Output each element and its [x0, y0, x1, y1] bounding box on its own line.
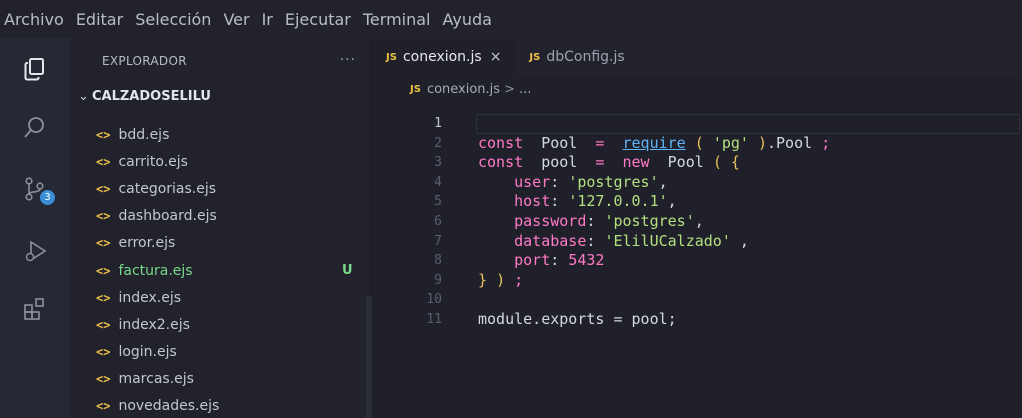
file-item[interactable]: <> index2.ejs [70, 311, 370, 338]
html-file-icon: <> [96, 236, 111, 251]
scrolled-item-edge [100, 112, 160, 120]
html-file-icon: <> [96, 345, 111, 360]
line-number: 4 [434, 174, 442, 190]
run-debug-icon[interactable] [22, 238, 48, 264]
breadcrumb-separator: > [504, 81, 515, 97]
file-item[interactable]: <> login.ejs [70, 339, 370, 366]
js-file-icon: JS [410, 83, 421, 95]
code-line: 3 const pool = new Pool ( { [372, 153, 1022, 173]
file-item[interactable]: <> novedades.ejs [70, 393, 370, 418]
close-icon[interactable]: × [490, 49, 502, 65]
code-line: 10 [372, 290, 1022, 310]
html-file-icon: <> [96, 317, 111, 332]
code-line: 8 port: 5432 [372, 251, 1022, 271]
code-text: const Pool = require ( 'pg' ).Pool ; [478, 133, 831, 152]
menu-seleccion[interactable]: Selección [135, 10, 211, 29]
code-text: const pool = new Pool ( { [478, 153, 740, 172]
breadcrumb-file[interactable]: conexion.js [427, 82, 500, 97]
editor-tabs: JS conexion.js × JS dbConfig.js [372, 38, 1022, 76]
html-file-icon: <> [96, 290, 111, 305]
extensions-icon[interactable] [22, 296, 48, 322]
menu-editar[interactable]: Editar [76, 10, 123, 29]
search-icon[interactable] [22, 114, 48, 140]
chevron-down-icon: ⌄ [78, 88, 89, 104]
line-number: 10 [426, 292, 442, 308]
code-line: 2 const Pool = require ( 'pg' ).Pool ; [372, 134, 1022, 154]
more-actions-icon[interactable]: ··· [340, 52, 356, 68]
tab-label: conexion.js [402, 49, 482, 65]
tab-label: dbConfig.js [546, 49, 625, 65]
code-text: database: 'ElilUCalzado' , [514, 231, 749, 250]
line-number: 8 [434, 253, 442, 269]
editor-area: JS conexion.js × JS dbConfig.js JS conex… [372, 38, 1022, 418]
menu-ver[interactable]: Ver [223, 10, 249, 29]
explorer-title: EXPLORADOR [102, 54, 187, 68]
breadcrumb: JS conexion.js > ... [372, 76, 1022, 102]
menu-archivo[interactable]: Archivo [4, 10, 64, 29]
html-file-icon: <> [96, 263, 111, 278]
file-item[interactable]: <> index.ejs [70, 284, 370, 311]
line-number: 5 [434, 194, 442, 210]
activity-bar: 3 [0, 38, 70, 418]
menu-terminal[interactable]: Terminal [363, 10, 431, 29]
file-list: <> bdd.ejs <> carrito.ejs <> categorias.ejs… [70, 121, 370, 418]
menu-ir[interactable]: Ir [262, 10, 273, 29]
file-item[interactable]: <> dashboard.ejs [70, 203, 370, 230]
code-text: user: 'postgres', [514, 172, 668, 191]
js-file-icon: JS [386, 51, 397, 63]
folder-label: CALZADOSELILU [92, 88, 211, 104]
breadcrumb-more[interactable]: ... [519, 82, 531, 97]
current-line-highlight [476, 114, 1020, 134]
line-number: 3 [434, 155, 442, 171]
file-item[interactable]: <> carrito.ejs [70, 148, 370, 175]
file-item[interactable]: <> bdd.ejs [70, 121, 370, 148]
file-item[interactable]: <> error.ejs [70, 230, 370, 257]
code-editor[interactable]: 1 2 const Pool = require ( 'pg' ).Pool ; … [372, 114, 1022, 330]
menu-bar: Archivo Editar Selección Ver Ir Ejecutar… [0, 0, 1022, 38]
code-line: 1 [372, 114, 1022, 134]
files-icon[interactable] [22, 56, 48, 82]
source-control-badge: 3 [40, 190, 55, 205]
html-file-icon: <> [96, 209, 111, 224]
html-file-icon: <> [96, 127, 111, 142]
line-number: 11 [426, 311, 442, 327]
html-file-icon: <> [96, 372, 111, 387]
menu-ejecutar[interactable]: Ejecutar [285, 10, 351, 29]
js-file-icon: JS [529, 51, 541, 63]
code-text: module.exports = pool; [478, 309, 677, 328]
html-file-icon: <> [96, 399, 111, 414]
code-line: 11 module.exports = pool; [372, 310, 1022, 330]
explorer-sidebar: EXPLORADOR ··· ⌄ CALZADOSELILU <> bdd.ejs… [70, 38, 376, 418]
code-text: port: 5432 [514, 251, 605, 270]
code-text: host: '127.0.0.1', [514, 192, 677, 211]
tab-conexion-js[interactable]: JS conexion.js × [372, 38, 516, 76]
code-line: 6 password: 'postgres', [372, 212, 1022, 232]
code-text: password: 'postgres', [514, 211, 704, 230]
html-file-icon: <> [96, 154, 111, 169]
line-number: 2 [434, 135, 442, 151]
line-number: 1 [434, 116, 442, 131]
line-number: 9 [434, 272, 442, 288]
menu-ayuda[interactable]: Ayuda [443, 10, 492, 29]
code-line: 4 user: 'postgres', [372, 173, 1022, 193]
code-line: 7 database: 'ElilUCalzado' , [372, 232, 1022, 252]
file-item[interactable]: <> marcas.ejs [70, 366, 370, 393]
folder-calzadoselilu[interactable]: ⌄ CALZADOSELILU [70, 84, 370, 108]
code-line: 5 host: '127.0.0.1', [372, 192, 1022, 212]
html-file-icon: <> [96, 181, 111, 196]
untracked-status-badge: U [342, 263, 353, 279]
file-item[interactable]: <> categorias.ejs [70, 175, 370, 202]
code-text: } ) ; [478, 270, 524, 289]
tab-dbconfig-js[interactable]: JS dbConfig.js [515, 38, 638, 76]
line-number: 7 [434, 233, 442, 249]
code-line: 9 } ) ; [372, 271, 1022, 291]
line-number: 6 [434, 213, 442, 229]
file-item-modified[interactable]: <> factura.ejs U [70, 257, 370, 284]
